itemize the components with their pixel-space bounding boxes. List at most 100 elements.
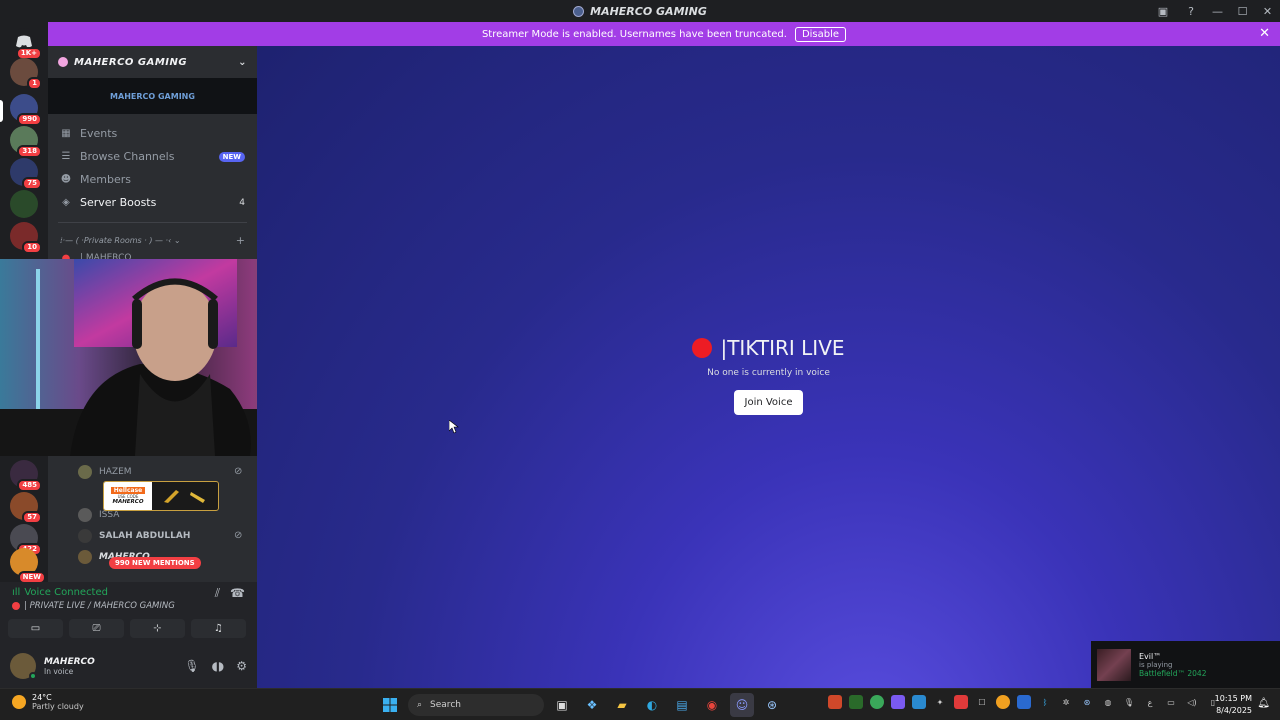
microphone-icon[interactable]: 🎙︎ (184, 659, 199, 673)
add-channel-icon[interactable]: + (236, 234, 245, 247)
noise-suppression-icon[interactable]: ⫽ (215, 586, 220, 601)
guild-icon[interactable]: NEW (10, 548, 46, 584)
muted-icon: ⊘ (234, 530, 243, 541)
nav-browse-channels[interactable]: ☰ Browse Channels NEW (54, 145, 251, 168)
tray-app-icon[interactable] (828, 695, 842, 709)
network-icon[interactable]: ▭ (1164, 695, 1178, 709)
knife-icon (164, 490, 179, 503)
close-window-button[interactable]: ✕ (1255, 0, 1280, 22)
nav-label: Server Boosts (80, 196, 157, 209)
calendar-icon: ▦ (61, 128, 71, 139)
live-dot-icon (12, 602, 20, 610)
voice-member[interactable]: SALAH ABDULLAH (78, 526, 190, 546)
guild-icon[interactable]: 1 (10, 58, 42, 90)
tray-app-icon[interactable] (954, 695, 968, 709)
streamer-mode-banner: Streamer Mode is enabled. Usernames have… (48, 22, 1280, 46)
copilot-icon[interactable]: ❖ (580, 693, 604, 717)
guild-badge: 318 (17, 145, 42, 158)
server-logo-icon (573, 5, 585, 17)
tray-app-icon[interactable] (870, 695, 884, 709)
disable-streamer-mode-button[interactable]: Disable (794, 26, 847, 42)
discord-taskbar-icon[interactable]: ☺ (730, 693, 754, 717)
guild-icon[interactable]: 57 (10, 492, 42, 524)
nav-server-boosts[interactable]: ◈ Server Boosts 4 (54, 191, 251, 214)
headphones-icon[interactable]: ◖◗ (212, 659, 225, 673)
tray-app-icon[interactable] (849, 695, 863, 709)
volume-icon[interactable]: ◁) (1185, 695, 1199, 709)
window-title: MAHERCO GAMING (573, 5, 707, 18)
discord-home-icon[interactable]: 1K+ (10, 28, 42, 60)
help-icon[interactable]: ? (1177, 0, 1205, 22)
guild-badge: 75 (22, 177, 42, 190)
nav-label: Members (80, 173, 131, 186)
toast-activity: is playing (1139, 660, 1173, 669)
nav-events[interactable]: ▦ Events (54, 122, 251, 145)
guild-icon[interactable]: 10 (10, 222, 42, 254)
guild-icon[interactable]: 75 (10, 158, 42, 190)
knife-icon (190, 492, 205, 503)
activity-toast[interactable]: Evil™ is playing Battlefield™ 2042 (1091, 641, 1280, 688)
tray-app-icon[interactable] (1017, 695, 1031, 709)
tray-app-icon[interactable] (996, 695, 1010, 709)
guild-icon[interactable]: 485 (10, 460, 42, 492)
task-view-icon[interactable]: ▣ (550, 693, 574, 717)
game-thumbnail (1097, 648, 1131, 681)
tray-app-icon[interactable]: ☐ (975, 695, 989, 709)
microphone-tray-icon[interactable]: 🎙︎ (1122, 695, 1136, 709)
taskbar-search[interactable]: ⌕ Search (408, 694, 544, 716)
server-badge-icon (58, 57, 68, 67)
tray-app-icon[interactable] (891, 695, 905, 709)
gear-icon[interactable]: ⚙ (236, 659, 247, 673)
category-private-rooms[interactable]: ⁞·— ( ·Private Rooms · ) — ·‹ ⌄ + (48, 231, 257, 249)
tray-app-icon[interactable]: ✦ (933, 695, 947, 709)
search-icon: ⌕ (417, 700, 423, 710)
weather-widget[interactable]: 24°C Partly cloudy (12, 693, 84, 711)
chevron-down-icon[interactable]: ⌄ (238, 57, 247, 68)
list-icon: ☰ (61, 151, 71, 162)
clock-date: 8/4/2025 (1216, 706, 1252, 715)
kick-guild-icon[interactable] (10, 190, 38, 218)
language-icon[interactable]: ع (1143, 695, 1157, 709)
server-name: MAHERCO GAMING (74, 56, 188, 68)
server-header[interactable]: MAHERCO GAMING ⌄ (48, 46, 257, 78)
disconnect-icon[interactable]: ☎ (230, 586, 245, 601)
minimize-button[interactable]: — (1205, 0, 1230, 22)
steam-tray-icon[interactable]: ⊛ (1080, 695, 1094, 709)
maximize-button[interactable]: ☐ (1230, 0, 1255, 22)
file-explorer-icon[interactable]: ▰ (610, 693, 634, 717)
camera-button[interactable]: ▭ (8, 619, 63, 638)
start-button[interactable] (378, 693, 402, 717)
tray-app-icon[interactable]: ◍ (1101, 695, 1115, 709)
voice-channel-link[interactable]: | PRIVATE LIVE / MAHERCO GAMING (12, 601, 175, 611)
tray-app-icon[interactable] (912, 695, 926, 709)
notification-bell-icon[interactable]: 🔔︎ (1257, 698, 1270, 709)
bluetooth-icon[interactable]: ᛒ (1038, 695, 1052, 709)
clock[interactable]: 10:15 PM 8/4/2025 (1215, 693, 1252, 717)
steam-icon[interactable]: ⊛ (760, 693, 784, 717)
screen-share-button[interactable]: ⎚ (69, 619, 124, 638)
partly-cloudy-icon (12, 695, 26, 709)
windows-icon (383, 698, 397, 712)
avatar (78, 508, 92, 522)
new-mentions-pill[interactable]: 990 NEW MENTIONS (109, 557, 201, 569)
clock-time: 10:15 PM (1214, 694, 1252, 703)
close-banner-icon[interactable]: ✕ (1259, 26, 1270, 41)
guild-icon[interactable]: 318 (10, 126, 42, 158)
guild-badge: 485 (17, 479, 42, 492)
chrome-icon[interactable]: ◉ (700, 693, 724, 717)
join-voice-button[interactable]: Join Voice (733, 390, 804, 415)
activity-button[interactable]: ⊹ (130, 619, 185, 638)
members-icon: ☻ (60, 174, 72, 185)
nav-members[interactable]: ☻ Members (54, 168, 251, 191)
inbox-icon[interactable]: ▣ (1149, 0, 1177, 22)
guild-icon-maherco[interactable]: 990 (10, 94, 42, 126)
edge-icon[interactable]: ◐ (640, 693, 664, 717)
avatar[interactable] (10, 653, 37, 680)
soundboard-button[interactable]: ♫ (191, 619, 246, 638)
guild-badge: 10 (22, 241, 42, 254)
avatar (78, 465, 92, 479)
boost-count: 4 (239, 197, 245, 208)
voice-member[interactable]: HAZEM (78, 462, 132, 482)
store-icon[interactable]: ▤ (670, 693, 694, 717)
tray-app-icon[interactable]: ✲ (1059, 695, 1073, 709)
